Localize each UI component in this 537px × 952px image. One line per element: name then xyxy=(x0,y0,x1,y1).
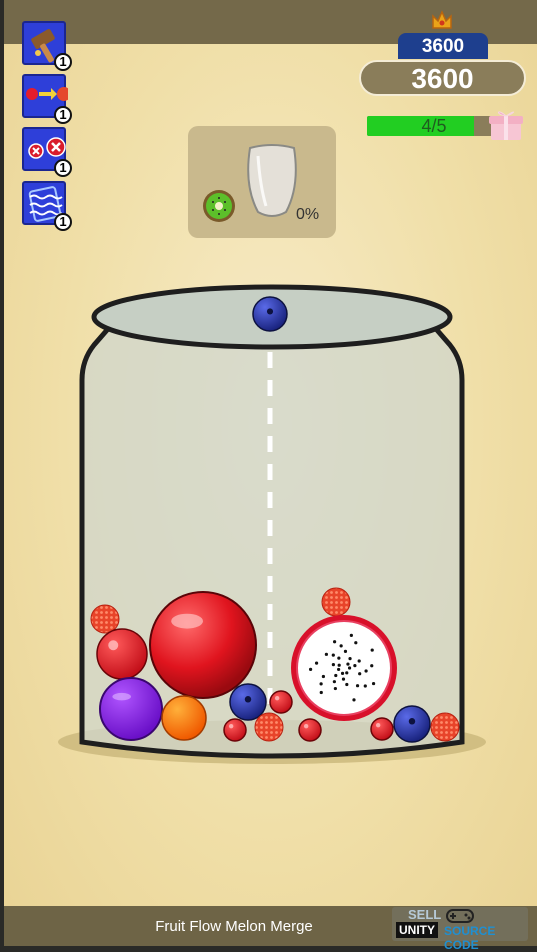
fruit-redcurrant xyxy=(269,690,293,714)
fruit-orange xyxy=(161,695,207,741)
gamepad-icon xyxy=(446,909,474,923)
fruit-raspberry xyxy=(254,712,284,742)
fruit-raspberry xyxy=(321,587,351,617)
watermark-unity: UNITY xyxy=(396,922,438,938)
game-title: Fruit Flow Melon Merge xyxy=(155,918,313,935)
watermark: SELL UNITY SOURCE CODE xyxy=(392,907,528,952)
fruit-redcurrant xyxy=(298,718,322,742)
game-stage[interactable]: 1 1 1 1 3600 3600 4/5 0% Fruit Flow Melo… xyxy=(4,0,537,952)
fruit-redcurrant xyxy=(370,717,394,741)
fruit-raspberry xyxy=(90,604,120,634)
fruit-redcurrant xyxy=(223,718,247,742)
fruit-dragonfruit xyxy=(291,615,397,721)
watermark-sell: SELL xyxy=(408,907,442,922)
held-fruit-blueberry xyxy=(252,296,288,332)
fruit-blueberry xyxy=(229,683,267,721)
watermark-source: SOURCE CODE xyxy=(444,924,496,952)
fruit-apple xyxy=(149,591,257,699)
fruit-cherry xyxy=(96,628,148,680)
fruit-jar[interactable] xyxy=(4,0,537,906)
fruit-raspberry xyxy=(430,712,460,742)
fruit-plum xyxy=(99,677,163,741)
fruit-blueberry xyxy=(393,705,431,743)
